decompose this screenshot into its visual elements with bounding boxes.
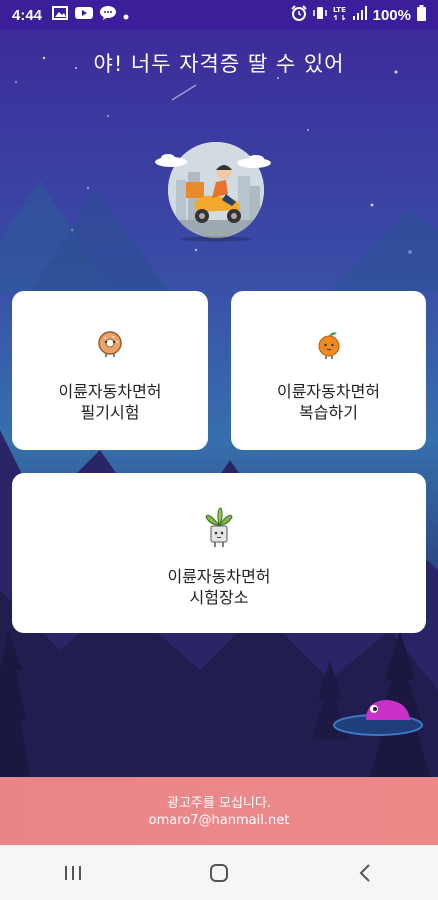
app-title: 야! 너두 자격증 딸 수 있어 — [93, 52, 345, 76]
plant-icon — [204, 507, 234, 556]
written-test-card[interactable]: 이륜자동차면허 필기시험 — [12, 291, 208, 450]
alarm-icon — [290, 5, 307, 25]
ad-banner[interactable]: 광고주를 모십니다. omaro7@hanmail.net — [0, 777, 438, 845]
review-card[interactable]: 이륜자동차면허 복습하기 — [231, 291, 426, 450]
orange-icon — [316, 330, 342, 365]
home-icon — [210, 863, 228, 882]
chat-icon — [100, 6, 117, 24]
back-icon — [359, 863, 370, 882]
recents-icon — [65, 865, 81, 880]
home-button[interactable] — [189, 853, 249, 893]
back-button[interactable] — [335, 853, 395, 893]
written-test-label: 이륜자동차면허 필기시험 — [58, 382, 162, 422]
donut-icon — [97, 330, 123, 363]
vibrate-icon — [312, 5, 327, 25]
main-screen: 야! 너두 자격증 딸 수 있어 이륜자동차면허 필기시험 이륜자동차면허 복습… — [0, 30, 438, 777]
ad-email: omaro7@hanmail.net — [148, 813, 290, 828]
lte-icon: LTE — [333, 5, 347, 25]
youtube-icon — [75, 6, 94, 24]
recents-button[interactable] — [43, 853, 103, 893]
battery-icon — [417, 5, 426, 25]
cloud-left-icon — [155, 154, 187, 167]
status-bar: 4:44 LTE 100% — [0, 0, 438, 30]
system-nav-bar — [0, 845, 438, 900]
battery-percent: 100% — [372, 6, 411, 24]
cloud-right-icon — [237, 155, 271, 168]
ad-text: 광고주를 모십니다. — [167, 796, 271, 811]
image-icon — [52, 6, 69, 24]
test-site-card[interactable]: 이륜자동차면허 시험장소 — [12, 473, 426, 633]
signal-icon — [352, 6, 367, 24]
svg-text:LTE: LTE — [333, 6, 346, 14]
test-site-label: 이륜자동차면허 시험장소 — [167, 567, 271, 607]
status-time: 4:44 — [12, 6, 43, 24]
avatar-shadow — [180, 236, 252, 242]
review-label: 이륜자동차면허 복습하기 — [276, 382, 381, 422]
dot-icon — [123, 7, 129, 24]
